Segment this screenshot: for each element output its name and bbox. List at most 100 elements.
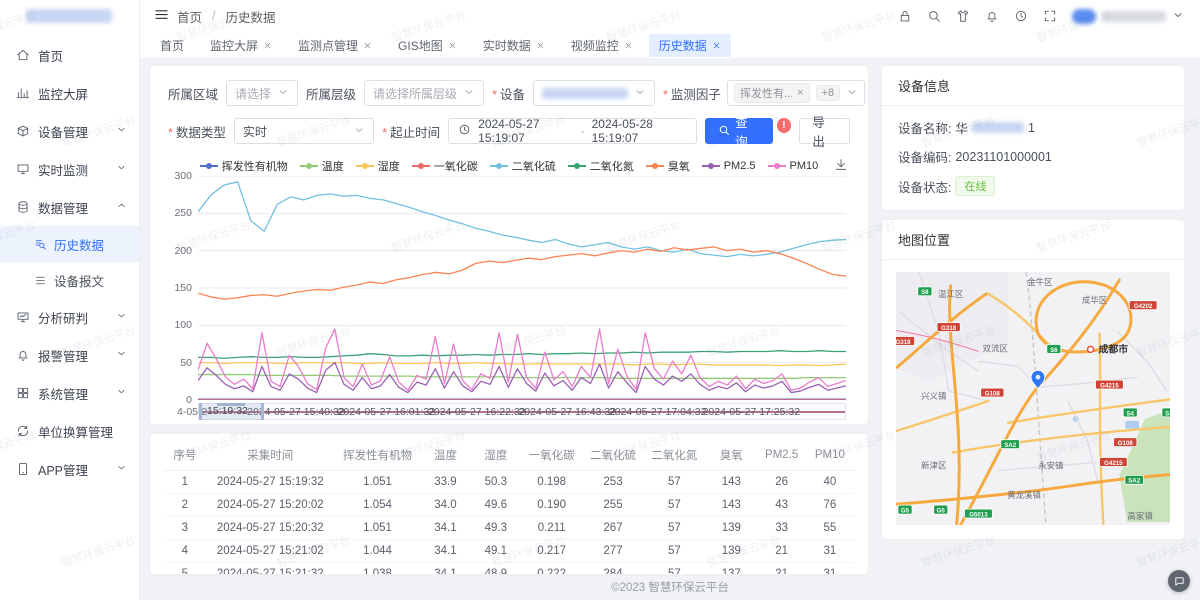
- hamburger-icon[interactable]: [154, 7, 169, 25]
- table-cell: 34.1: [420, 540, 470, 563]
- sidebar-item-实时监测[interactable]: 实时监测: [0, 150, 139, 188]
- legend-item-温度[interactable]: 温度: [300, 158, 344, 174]
- device-name-redacted: [972, 122, 1024, 133]
- svg-text:G5: G5: [901, 507, 910, 514]
- device-select[interactable]: [533, 80, 655, 106]
- device-code-value: 20231101000001: [955, 150, 1051, 164]
- table-cell: 1.038: [335, 563, 420, 575]
- sidebar-item-监控大屏[interactable]: 监控大屏: [0, 74, 139, 112]
- level-select[interactable]: 请选择所属层级: [364, 80, 484, 106]
- chevron-up-icon: [116, 200, 127, 211]
- tab-视频监控[interactable]: 视频监控: [561, 34, 643, 57]
- tab-历史数据[interactable]: 历史数据: [649, 34, 731, 57]
- region-select[interactable]: 请选择: [226, 80, 298, 106]
- breadcrumb-home[interactable]: 首页: [177, 7, 202, 26]
- sidebar-subitem-设备报文[interactable]: 设备报文: [0, 262, 139, 298]
- table-cell: 1: [164, 471, 206, 494]
- x-axis-tick: 2024-05-27 17:04:32: [609, 406, 707, 418]
- sidebar-item-单位换算管理[interactable]: 单位换算管理: [0, 412, 139, 450]
- tab-GIS地图[interactable]: GIS地图: [388, 34, 467, 57]
- legend-item-一氧化碳[interactable]: 一氧化碳: [412, 158, 478, 174]
- legend-item-PM10[interactable]: PM10: [768, 160, 819, 172]
- clock-icon[interactable]: [1014, 9, 1028, 23]
- sidebar-item-数据管理[interactable]: 数据管理: [0, 188, 139, 226]
- tab-监控大屏[interactable]: 监控大屏: [200, 34, 282, 57]
- table-cell: 2024-05-27 15:20:32: [206, 517, 335, 540]
- tab-实时数据[interactable]: 实时数据: [473, 34, 555, 57]
- close-icon[interactable]: [536, 41, 545, 50]
- chart-svg: [198, 176, 846, 400]
- lock-icon[interactable]: [898, 9, 912, 23]
- download-icon[interactable]: [834, 158, 848, 175]
- column-header-温度: 温度: [420, 440, 470, 471]
- device-info-body: 设备名称: 华 1 设备编码: 20231101000001 设备状态: 在线: [882, 106, 1184, 210]
- sidebar-item-系统管理[interactable]: 系统管理: [0, 374, 139, 412]
- factor-tag[interactable]: 挥发性有...×: [734, 83, 810, 103]
- sidebar-subitem-历史数据[interactable]: 历史数据: [0, 226, 139, 262]
- close-icon[interactable]: ×: [797, 87, 803, 99]
- logo: [0, 0, 139, 32]
- assistant-float-button[interactable]: [1168, 570, 1190, 592]
- close-icon: [263, 41, 272, 50]
- close-icon[interactable]: [624, 41, 633, 50]
- table-cell: 2024-05-27 15:19:32: [206, 471, 335, 494]
- datazoom-window[interactable]: 15:19:32: [199, 403, 264, 420]
- chevron-down-icon: [353, 124, 365, 136]
- export-button-label: 导出: [812, 112, 837, 150]
- close-icon[interactable]: [712, 41, 721, 50]
- map-label-双流区: 双流区: [983, 343, 1009, 353]
- search-button[interactable]: 查询: [705, 118, 772, 144]
- legend-item-二氧化硫[interactable]: 二氧化硫: [490, 158, 556, 174]
- datazoom-slider[interactable]: 2024-05-27 15:40:322024-05-27 16:01:3220…: [198, 403, 846, 420]
- legend-label: PM2.5: [724, 160, 756, 172]
- tab-首页[interactable]: 首页: [150, 34, 194, 57]
- chevron-down-icon: [116, 162, 127, 173]
- chevron-up-icon: [116, 200, 127, 214]
- datatype-select[interactable]: 实时: [234, 118, 374, 144]
- column-header-序号: 序号: [164, 440, 206, 471]
- bell-icon[interactable]: [985, 9, 999, 23]
- close-icon[interactable]: [363, 41, 372, 50]
- tab-监测点管理[interactable]: 监测点管理: [288, 34, 382, 57]
- sidebar-item-label: APP管理: [38, 460, 108, 479]
- legend-marker: [702, 162, 720, 170]
- sidebar-item-首页[interactable]: 首页: [0, 36, 139, 74]
- chevron-down-icon: [846, 86, 858, 101]
- legend-item-挥发性有机物[interactable]: 挥发性有机物: [200, 158, 288, 174]
- table-row: 42024-05-27 15:21:021.04434.149.10.21727…: [164, 540, 854, 563]
- legend-item-湿度[interactable]: 湿度: [356, 158, 400, 174]
- status-badge: 在线: [955, 176, 995, 196]
- sidebar-item-设备管理[interactable]: 设备管理: [0, 112, 139, 150]
- table-cell: 5: [164, 563, 206, 575]
- filter-row-1: 所属区域 请选择 所属层级 请选择所属层级 设备: [168, 80, 850, 106]
- map[interactable]: S8G4202G318G318S6G4215G108S4S3SA2G108G42…: [896, 272, 1170, 525]
- close-icon[interactable]: [263, 41, 272, 50]
- export-button[interactable]: 导出: [799, 118, 850, 144]
- sidebar-item-分析研判[interactable]: 分析研判: [0, 298, 139, 336]
- main-area: 首页 / 历史数据 首页监控大屏监测点管理GIS地图实时数据视频监控历史数据 所…: [140, 0, 1200, 600]
- close-icon[interactable]: [448, 41, 457, 50]
- sidebar-subitem-label: 历史数据: [54, 235, 104, 254]
- fullscreen-icon[interactable]: [1043, 9, 1057, 23]
- svg-text:SA2: SA2: [1128, 478, 1141, 485]
- search-icon[interactable]: [927, 9, 941, 23]
- sidebar-item-报警管理[interactable]: 报警管理: [0, 336, 139, 374]
- table-cell: 33.9: [420, 471, 470, 494]
- factor-more-tag[interactable]: +8: [816, 85, 841, 101]
- table-cell: 43: [758, 494, 806, 517]
- datazoom-window-label: 15:19:32: [207, 405, 248, 417]
- legend-item-二氧化氮[interactable]: 二氧化氮: [568, 158, 634, 174]
- shirt-icon[interactable]: [956, 9, 970, 23]
- legend-item-PM2.5[interactable]: PM2.5: [702, 160, 756, 172]
- refresh-icon: [16, 424, 30, 438]
- road-shield-G5: G5: [898, 505, 912, 514]
- sidebar-item-APP管理[interactable]: APP管理: [0, 450, 139, 488]
- legend-item-臭氧[interactable]: 臭氧: [646, 158, 690, 174]
- error-badge: !: [777, 118, 792, 133]
- factor-select[interactable]: 挥发性有...× +8: [727, 80, 865, 106]
- user-menu[interactable]: [1072, 9, 1184, 24]
- breadcrumb-current: 历史数据: [226, 7, 276, 26]
- table-cell: 57: [644, 517, 705, 540]
- time-range-picker[interactable]: 2024-05-27 15:19:07 - 2024-05-28 15:19:0…: [448, 118, 697, 144]
- chevron-down-icon: [634, 86, 646, 101]
